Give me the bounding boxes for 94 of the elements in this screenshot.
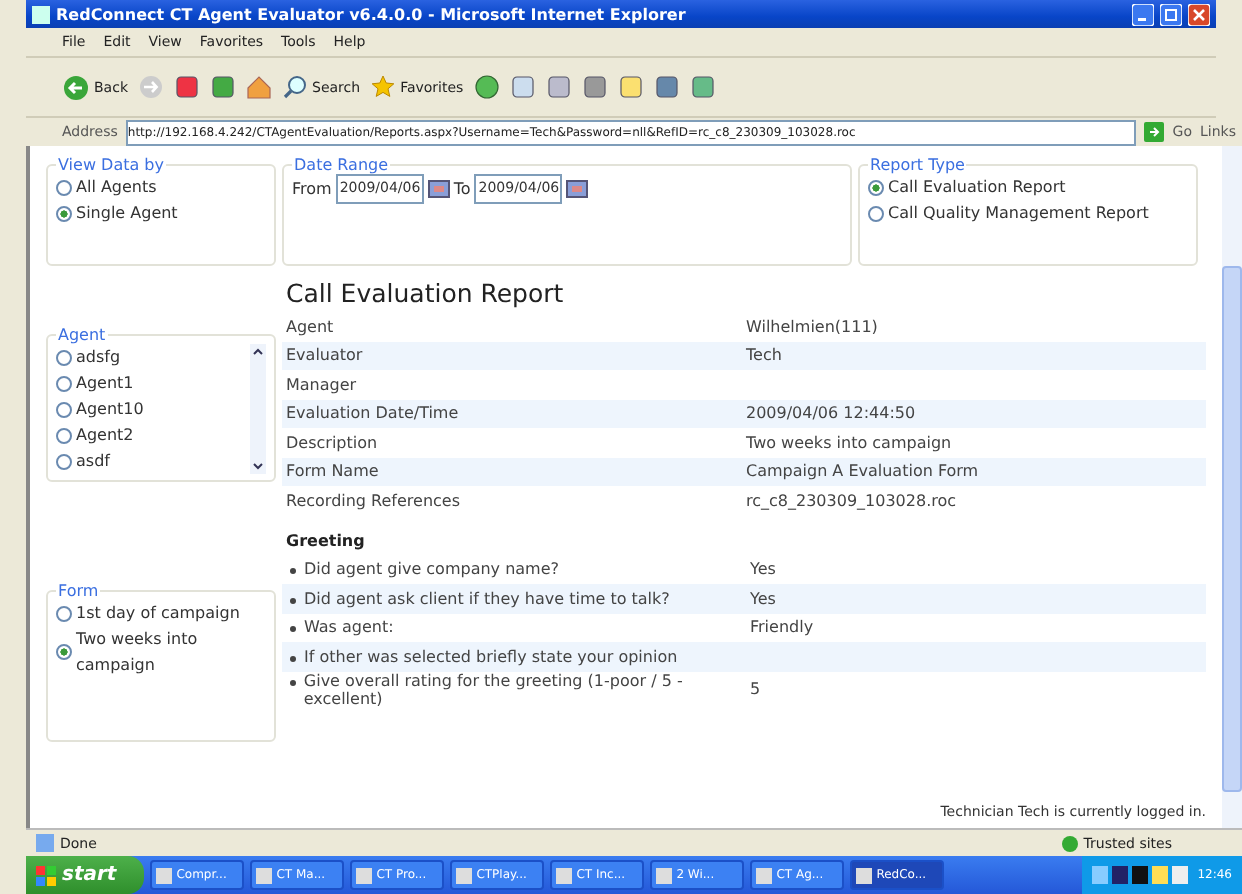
calendar-icon[interactable] bbox=[566, 180, 589, 198]
report-title: Call Evaluation Report bbox=[284, 276, 566, 312]
bullet-icon bbox=[290, 679, 296, 685]
app-icon bbox=[656, 867, 673, 883]
field-value: Tech bbox=[746, 346, 784, 365]
notes-icon[interactable] bbox=[653, 74, 680, 100]
answer-text: Friendly bbox=[750, 618, 816, 637]
maximize-button[interactable] bbox=[1160, 3, 1182, 25]
panel-legend: Report Type bbox=[868, 156, 967, 174]
option-label: Two weeks into campaign bbox=[76, 628, 200, 678]
radio-button[interactable] bbox=[56, 644, 72, 660]
option-label: 1st day of campaign bbox=[76, 602, 240, 626]
app-icon bbox=[756, 867, 773, 883]
folder-icon[interactable] bbox=[617, 74, 644, 100]
from-label: From bbox=[292, 178, 332, 202]
panel-legend: Form bbox=[56, 582, 101, 600]
stop-icon[interactable] bbox=[174, 74, 200, 100]
panel-legend: Date Range bbox=[292, 156, 391, 174]
option-label: Agent10 bbox=[76, 398, 144, 422]
radio-button[interactable] bbox=[56, 205, 72, 221]
minimize-button[interactable] bbox=[1132, 3, 1154, 25]
question-text: If other was selected briefly state your opinion bbox=[304, 647, 678, 666]
check-icon bbox=[1061, 835, 1078, 851]
radio-button[interactable] bbox=[56, 427, 72, 443]
field-value: 2009/04/06 12:44:50 bbox=[746, 404, 918, 423]
option-label: Call Quality Management Report bbox=[888, 202, 1149, 226]
search-icon[interactable] bbox=[282, 74, 308, 100]
bullet-icon bbox=[290, 655, 296, 662]
field-label: Evaluation Date/Time bbox=[286, 404, 461, 423]
printer-icon[interactable] bbox=[545, 74, 572, 100]
scroll-down-icon[interactable] bbox=[250, 458, 266, 474]
panel-legend: View Data by bbox=[56, 156, 166, 174]
field-label: Form Name bbox=[286, 462, 381, 481]
field-value: rc_c8_230309_103028.roc bbox=[746, 491, 959, 510]
radio-button[interactable] bbox=[56, 401, 72, 417]
radio-button[interactable] bbox=[56, 375, 72, 391]
option-label: Single Agent bbox=[76, 202, 178, 226]
option-label: Call Evaluation Report bbox=[888, 176, 1066, 200]
radio-button[interactable] bbox=[56, 349, 72, 365]
refresh-icon[interactable] bbox=[210, 74, 236, 100]
list-scrollbar[interactable] bbox=[250, 344, 266, 474]
radio-button[interactable] bbox=[56, 453, 72, 469]
option-label: Agent1 bbox=[76, 372, 134, 396]
answer-text: Yes bbox=[750, 560, 778, 579]
field-label: Agent bbox=[286, 317, 336, 336]
option-label: Agent2 bbox=[76, 424, 134, 448]
app-icon bbox=[856, 867, 873, 883]
field-value: Campaign A Evaluation Form bbox=[746, 462, 981, 481]
app-icon bbox=[156, 867, 173, 883]
field-label: Evaluator bbox=[286, 346, 365, 365]
app-icon bbox=[456, 867, 473, 883]
option-label: All Agents bbox=[76, 176, 157, 200]
tray-icons[interactable] bbox=[1091, 865, 1192, 885]
page-icon bbox=[36, 834, 54, 852]
scroll-up-icon[interactable] bbox=[250, 344, 266, 360]
answer-text: 5 bbox=[750, 680, 763, 698]
globe-icon[interactable] bbox=[473, 74, 500, 100]
radio-button[interactable] bbox=[56, 179, 72, 195]
section-heading: Greeting bbox=[284, 529, 367, 554]
app-icon bbox=[256, 867, 273, 883]
edit-icon[interactable] bbox=[581, 74, 608, 100]
star-icon[interactable] bbox=[370, 74, 397, 100]
question-text: Did agent ask client if they have time to talk? bbox=[304, 589, 670, 608]
window-title: RedConnect CT Agent Evaluator v6.4.0.0 - Microsoft Internet Explorer bbox=[56, 5, 688, 23]
question-text: Give overall rating for the greeting (1-poor / 5 - excellent) bbox=[303, 671, 685, 707]
people-icon[interactable] bbox=[689, 74, 716, 100]
bullet-icon bbox=[290, 626, 296, 633]
bullet-icon bbox=[290, 568, 296, 575]
mail-icon[interactable] bbox=[509, 74, 536, 100]
field-label: Description bbox=[286, 433, 380, 452]
field-label: Recording References bbox=[286, 491, 463, 510]
radio-button[interactable] bbox=[56, 605, 72, 621]
close-button[interactable] bbox=[1188, 3, 1210, 25]
question-text: Was agent: bbox=[304, 618, 394, 637]
home-icon[interactable] bbox=[246, 74, 272, 100]
calendar-icon[interactable] bbox=[427, 180, 450, 198]
option-label: asdf bbox=[76, 450, 110, 474]
app-icon bbox=[356, 867, 373, 883]
field-label: Manager bbox=[286, 375, 359, 394]
windows-logo-icon bbox=[36, 865, 56, 885]
question-text: Did agent give company name? bbox=[304, 560, 560, 579]
field-value: Two weeks into campaign bbox=[746, 433, 954, 452]
radio-button[interactable] bbox=[868, 205, 884, 221]
radio-button[interactable] bbox=[868, 179, 884, 195]
option-label: adsfg bbox=[76, 346, 121, 370]
panel-legend: Agent bbox=[56, 326, 108, 344]
page-scrollbar[interactable] bbox=[1222, 146, 1242, 828]
field-value: Wilhelmien(111) bbox=[746, 317, 880, 336]
bullet-icon bbox=[290, 597, 296, 604]
go-arrow-icon[interactable] bbox=[1144, 122, 1165, 142]
ie-icon bbox=[32, 5, 50, 23]
app-icon bbox=[556, 867, 573, 883]
answer-text: Yes bbox=[750, 589, 778, 608]
to-label: To bbox=[453, 178, 471, 202]
